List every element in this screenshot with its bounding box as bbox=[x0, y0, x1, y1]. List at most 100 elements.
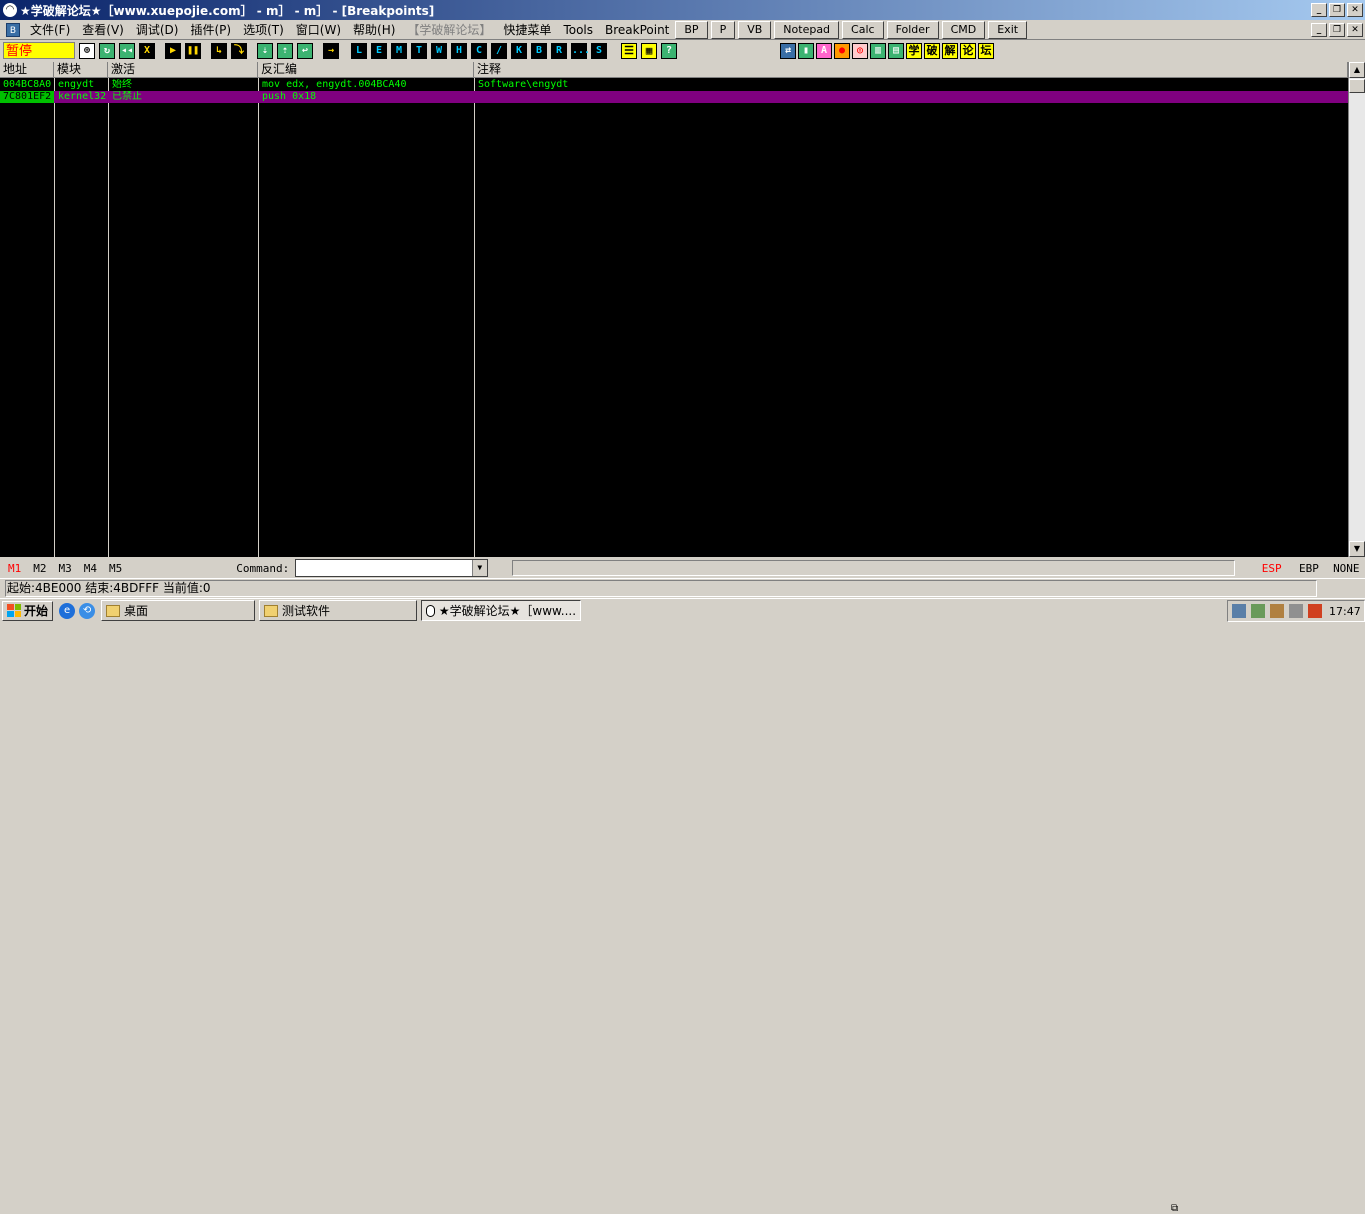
menu-view[interactable]: 查看(V) bbox=[76, 21, 130, 38]
windows-window-icon[interactable]: W bbox=[431, 42, 447, 59]
tab-m3[interactable]: M3 bbox=[59, 562, 72, 575]
mdi-restore-button[interactable]: ❐ bbox=[1329, 23, 1345, 37]
step-into-icon[interactable]: ↳ bbox=[211, 42, 227, 59]
scroll-thumb[interactable] bbox=[1349, 79, 1365, 93]
p-button[interactable]: P bbox=[710, 20, 736, 39]
restart-icon[interactable]: ↻ bbox=[99, 42, 115, 59]
run-trace-icon[interactable]: ... bbox=[571, 42, 590, 59]
plugin-arrows-icon[interactable]: ⇄ bbox=[780, 42, 796, 59]
menu-quick[interactable]: 快捷菜单 bbox=[497, 21, 557, 38]
open-icon[interactable]: ⊕ bbox=[79, 42, 95, 59]
vb-button[interactable]: VB bbox=[738, 20, 772, 39]
plugin-chart-icon[interactable]: ▥ bbox=[870, 42, 886, 59]
header-comment[interactable]: 注释 bbox=[474, 62, 1348, 78]
scroll-up-icon[interactable]: ▲ bbox=[1349, 62, 1365, 78]
task-debugger[interactable]: ★学破解论坛★［www.... bbox=[421, 600, 582, 621]
log-window-icon[interactable]: L bbox=[351, 42, 367, 59]
trace-over-icon[interactable]: ⇡ bbox=[277, 42, 293, 59]
header-disassembly[interactable]: 反汇编 bbox=[258, 62, 474, 78]
header-active[interactable]: 激活 bbox=[108, 62, 258, 78]
list-icon[interactable]: ☰ bbox=[621, 42, 637, 59]
rewind-icon[interactable]: ◂◂ bbox=[119, 42, 135, 59]
plugin-bars-icon[interactable]: ▮ bbox=[798, 42, 814, 59]
ie-icon[interactable]: e bbox=[59, 602, 76, 619]
cpu-window-icon[interactable]: C bbox=[471, 42, 487, 59]
exit-button[interactable]: Exit bbox=[988, 20, 1028, 39]
plugin-a-icon[interactable]: A bbox=[816, 42, 832, 59]
task-desktop[interactable]: 桌面 bbox=[101, 600, 256, 621]
plugin-record-icon[interactable]: ● bbox=[834, 42, 850, 59]
windows-tray-icon[interactable] bbox=[1308, 604, 1322, 618]
bp-button[interactable]: BP bbox=[675, 20, 708, 39]
header-module[interactable]: 模块 bbox=[54, 62, 108, 78]
forum-lun-button[interactable]: 论 bbox=[960, 42, 976, 59]
title-bar[interactable]: ◠ ★学破解论坛★［www.xuepojie.com］ - m］ - m］ - … bbox=[0, 0, 1365, 20]
help-icon[interactable]: ? bbox=[661, 42, 677, 59]
memory-window-icon[interactable]: M bbox=[391, 42, 407, 59]
tab-m5[interactable]: M5 bbox=[109, 562, 122, 575]
tab-m2[interactable]: M2 bbox=[33, 562, 46, 575]
close-button[interactable]: ✕ bbox=[1347, 3, 1363, 17]
restore-button[interactable]: ❐ bbox=[1329, 3, 1345, 17]
vertical-scrollbar[interactable]: ▲ ▼ bbox=[1348, 62, 1365, 557]
references-window-icon[interactable]: R bbox=[551, 42, 567, 59]
command-input[interactable]: ▼ bbox=[295, 559, 488, 577]
mdi-close-button[interactable]: ✕ bbox=[1347, 23, 1363, 37]
menu-plugins[interactable]: 插件(P) bbox=[184, 21, 237, 38]
plugin-screen-icon[interactable]: ▤ bbox=[888, 42, 904, 59]
calc-button[interactable]: Calc bbox=[842, 20, 884, 39]
menu-debug[interactable]: 调试(D) bbox=[130, 21, 185, 38]
go-to-icon[interactable]: → bbox=[323, 42, 339, 59]
threads-window-icon[interactable]: T bbox=[411, 42, 427, 59]
menu-help[interactable]: 帮助(H) bbox=[347, 21, 401, 38]
forum-po-button[interactable]: 破 bbox=[924, 42, 940, 59]
cmd-button[interactable]: CMD bbox=[941, 20, 986, 39]
app-icon[interactable]: ◠ bbox=[3, 3, 17, 17]
explorer-icon[interactable]: ⟲ bbox=[79, 602, 96, 619]
table-row[interactable]: 7C801EF2 kernel32 已禁止 push 0x18 bbox=[0, 91, 1348, 103]
notepad-button[interactable]: Notepad bbox=[774, 20, 840, 39]
tab-m4[interactable]: M4 bbox=[84, 562, 97, 575]
source-window-icon[interactable]: S bbox=[591, 42, 607, 59]
run-icon[interactable]: ▶ bbox=[165, 42, 181, 59]
update-icon[interactable] bbox=[1289, 604, 1303, 618]
execute-till-return-icon[interactable]: ↩ bbox=[297, 42, 313, 59]
modules-window-icon[interactable]: E bbox=[371, 42, 387, 59]
restore-icon[interactable]: ⧉ bbox=[1171, 1203, 1178, 1214]
menu-tools[interactable]: Tools bbox=[557, 23, 599, 37]
patches-window-icon[interactable]: / bbox=[491, 42, 507, 59]
menu-breakpoint[interactable]: BreakPoint bbox=[599, 23, 675, 37]
scroll-down-icon[interactable]: ▼ bbox=[1349, 541, 1365, 557]
call-stack-icon[interactable]: K bbox=[511, 42, 527, 59]
trace-into-icon[interactable]: ⇣ bbox=[257, 42, 273, 59]
close-process-icon[interactable]: X bbox=[139, 42, 155, 59]
pause-icon[interactable]: ❚❚ bbox=[185, 42, 201, 59]
task-test-software[interactable]: 测试软件 bbox=[259, 600, 418, 621]
minimize-button[interactable]: _ bbox=[1311, 3, 1327, 17]
register-none[interactable]: NONE bbox=[1328, 562, 1365, 575]
forum-jie-button[interactable]: 解 bbox=[942, 42, 958, 59]
network-icon[interactable] bbox=[1232, 604, 1246, 618]
step-over-icon[interactable]: ⤵ bbox=[231, 42, 247, 59]
folder-button[interactable]: Folder bbox=[886, 20, 939, 39]
plugin-target-icon[interactable]: ◎ bbox=[852, 42, 868, 59]
header-address[interactable]: 地址 bbox=[0, 62, 54, 78]
register-esp[interactable]: ESP bbox=[1253, 562, 1290, 575]
chevron-down-icon[interactable]: ▼ bbox=[471, 560, 487, 576]
security-icon[interactable] bbox=[1270, 604, 1284, 618]
grid-icon[interactable]: ▦ bbox=[641, 42, 657, 59]
menu-file[interactable]: 文件(F) bbox=[24, 21, 76, 38]
forum-tan-button[interactable]: 坛 bbox=[978, 42, 994, 59]
mdi-minimize-button[interactable]: _ bbox=[1311, 23, 1327, 37]
menu-window[interactable]: 窗口(W) bbox=[290, 21, 347, 38]
handles-window-icon[interactable]: H bbox=[451, 42, 467, 59]
menu-options[interactable]: 选项(T) bbox=[237, 21, 290, 38]
volume-icon[interactable] bbox=[1251, 604, 1265, 618]
table-row[interactable]: 004BC8A0 engydt 始终 mov edx, engydt.004BC… bbox=[0, 79, 1348, 91]
register-ebp[interactable]: EBP bbox=[1290, 562, 1327, 575]
tab-m1[interactable]: M1 bbox=[8, 562, 21, 575]
start-button[interactable]: 开始 bbox=[2, 600, 54, 621]
breakpoints-window-icon[interactable]: B bbox=[531, 42, 547, 59]
forum-xue-button[interactable]: 学 bbox=[906, 42, 922, 59]
mdi-window-icon[interactable]: B bbox=[6, 22, 20, 37]
